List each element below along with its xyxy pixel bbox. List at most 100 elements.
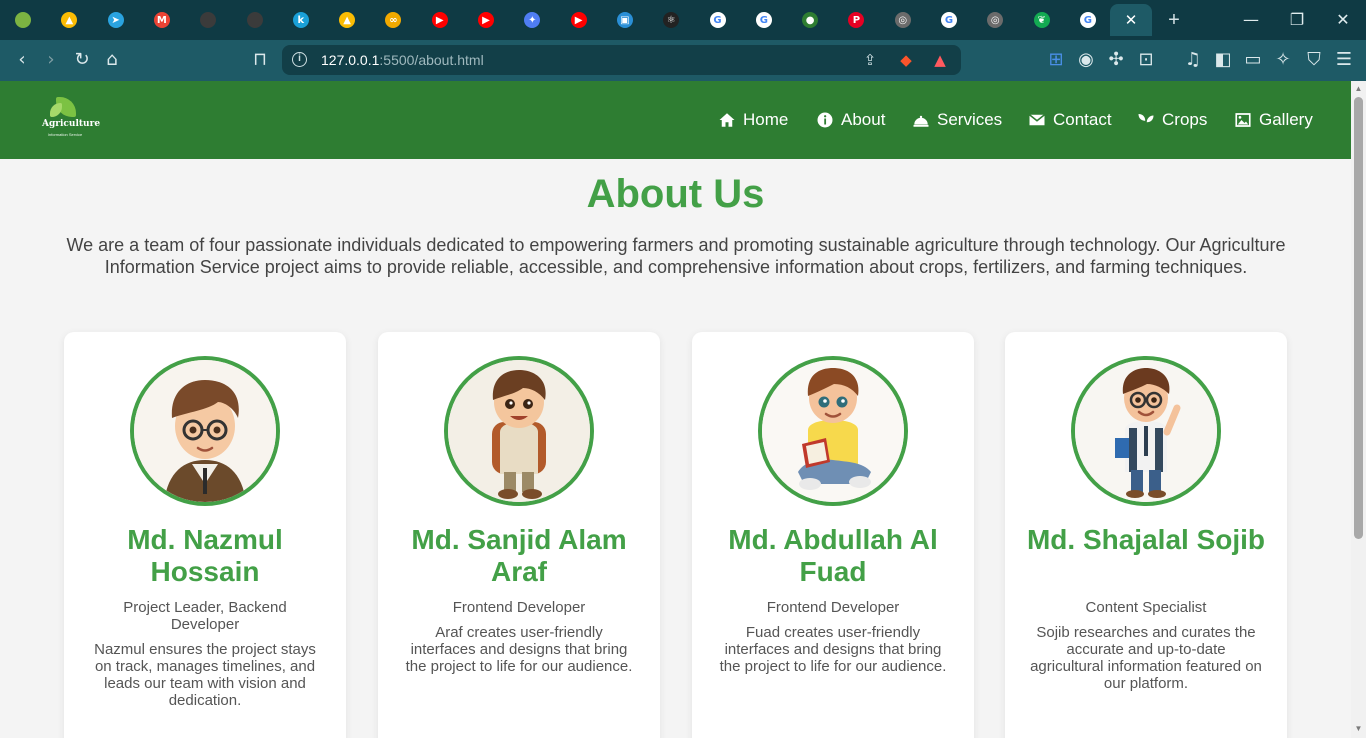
browser-tab[interactable]: G: [704, 6, 732, 34]
cartoon-boy-book-image: [1075, 360, 1217, 502]
browser-tab[interactable]: ➤: [102, 6, 130, 34]
url-text[interactable]: 127.0.0.1:5500/about.html: [321, 52, 484, 68]
browser-tab[interactable]: ◎: [889, 6, 917, 34]
about-intro: We are a team of four passionate individ…: [66, 235, 1286, 277]
cartoon-boy-glasses-image: [134, 360, 276, 502]
browser-toolbar: ‹ › ↻ ⌂ ⊓ i 127.0.0.1:5500/about.html ⇪ …: [0, 40, 1366, 81]
nav-gallery[interactable]: Gallery: [1234, 81, 1313, 159]
close-tab-icon[interactable]: ✕: [1125, 11, 1138, 29]
browser-tab[interactable]: M: [148, 6, 176, 34]
image-icon: [1235, 113, 1251, 127]
team-card: Md. Abdullah Al Fuad Frontend Developer …: [692, 332, 974, 738]
brave-shields-icon[interactable]: ◆: [896, 50, 916, 70]
seedling-icon: [1138, 114, 1154, 128]
forward-icon[interactable]: ›: [39, 48, 63, 72]
member-description: Sojib researches and curates the accurat…: [1030, 624, 1262, 692]
reload-icon[interactable]: ↻: [70, 48, 94, 72]
nav-home[interactable]: Home: [718, 81, 788, 159]
team-card: Md. Sanjid Alam Araf Frontend Developer …: [378, 332, 660, 738]
cartoon-boy-walking-image: [448, 360, 590, 502]
screenshot-icon[interactable]: ⊡: [1134, 48, 1158, 72]
browser-tab[interactable]: ∞: [379, 6, 407, 34]
chatbot-icon: ●: [802, 12, 819, 28]
browser-tab[interactable]: ▶: [565, 6, 593, 34]
site-logo[interactable]: Agriculture Information Service: [42, 95, 100, 141]
browser-tab[interactable]: G: [750, 6, 778, 34]
youtube-icon: ▶: [431, 12, 448, 28]
google-icon: G: [709, 12, 726, 28]
browser-tab[interactable]: ❦: [1028, 6, 1056, 34]
agri-logo-icon: [15, 12, 31, 28]
page-title: About Us: [586, 172, 765, 216]
site-header: Agriculture Information Service Home Abo…: [0, 81, 1351, 159]
browser-tab[interactable]: G: [935, 6, 963, 34]
member-name: Md. Nazmul Hossain: [127, 524, 283, 587]
wallet-icon[interactable]: ▭: [1241, 48, 1265, 72]
browser-tab[interactable]: ⚛: [657, 6, 685, 34]
nav-services[interactable]: Services: [912, 81, 1002, 159]
browser-tab[interactable]: G: [1074, 6, 1102, 34]
browser-tab[interactable]: ▲: [333, 6, 361, 34]
browser-tab[interactable]: [194, 6, 222, 34]
close-window-button[interactable]: ✕: [1331, 8, 1355, 32]
avatar: [130, 356, 280, 506]
minimize-button[interactable]: —: [1239, 8, 1263, 32]
google-drive-icon: ▲: [61, 12, 78, 28]
member-role: Content Specialist: [1085, 599, 1207, 616]
youtube-icon: ▶: [478, 12, 494, 28]
menu-icon[interactable]: ☰: [1332, 48, 1356, 72]
browser-tab[interactable]: ▣: [611, 6, 639, 34]
envelope-icon: [1029, 114, 1045, 126]
address-bar[interactable]: i 127.0.0.1:5500/about.html ⇪ ◆ ▲: [282, 45, 961, 75]
scroll-thumb[interactable]: [1354, 97, 1363, 539]
share-icon[interactable]: ⇪: [860, 50, 880, 70]
page-scrollbar[interactable]: ▲ ▼: [1351, 81, 1366, 738]
member-description: Nazmul ensures the project stays on trac…: [94, 641, 316, 709]
home-icon: [719, 113, 735, 127]
infinity-icon: ∞: [385, 12, 402, 28]
browser-tab[interactable]: ▲: [55, 6, 83, 34]
browser-tab[interactable]: ●: [796, 6, 824, 34]
media-icon[interactable]: ♫: [1181, 48, 1205, 72]
member-description: Fuad creates user-friendly interfaces an…: [719, 624, 947, 675]
browser-tab[interactable]: k: [287, 6, 315, 34]
member-name: Md. Abdullah Al Fuad: [728, 524, 938, 587]
bell-icon: [913, 115, 929, 127]
vpn-icon[interactable]: ⛉: [1302, 48, 1326, 72]
brave-rewards-icon[interactable]: ▲: [930, 50, 950, 70]
gemini-icon: ✦: [524, 12, 541, 28]
active-tab[interactable]: ✕: [1110, 4, 1152, 36]
restore-button[interactable]: ❐: [1285, 8, 1309, 32]
browser-tab[interactable]: [9, 6, 37, 34]
site-info-icon[interactable]: i: [292, 52, 307, 67]
browser-tab-bar: ▲ ➤ Mk ▲ ∞ ▶ ▶ ✦ ▶ ▣ ⚛ G G ● P ◎ G ◎ ❦ G ✕ + — ❐ ✕: [0, 0, 1366, 40]
member-name: Md. Sanjid Alam Araf: [411, 524, 627, 587]
nav-contact[interactable]: Contact: [1028, 81, 1112, 159]
translate-icon[interactable]: ⊞: [1044, 48, 1068, 72]
browser-tab[interactable]: ▶: [426, 6, 454, 34]
new-tab-button[interactable]: +: [1162, 8, 1186, 32]
bookmark-icon[interactable]: ⊓: [248, 48, 272, 72]
nav-about[interactable]: About: [816, 81, 885, 159]
nav-crops[interactable]: Crops: [1137, 81, 1207, 159]
home-icon[interactable]: ⌂: [100, 48, 124, 72]
browser-tab[interactable]: ▶: [472, 6, 500, 34]
scroll-down-icon[interactable]: ▼: [1351, 722, 1366, 736]
github-icon: [200, 12, 217, 28]
pinterest-icon: P: [848, 12, 865, 28]
extensions-puzzle-icon[interactable]: ✣: [1104, 48, 1128, 72]
member-role: Project Leader, Backend Developer: [123, 599, 287, 633]
wallet-icon: ▣: [616, 12, 633, 28]
sidebar-icon[interactable]: ◧: [1211, 48, 1235, 72]
browser-tab[interactable]: ◎: [981, 6, 1009, 34]
scroll-up-icon[interactable]: ▲: [1351, 82, 1366, 96]
browser-tab[interactable]: P: [842, 6, 870, 34]
member-role: Frontend Developer: [766, 599, 900, 616]
github-icon: [246, 12, 263, 28]
browser-tab[interactable]: ✦: [518, 6, 546, 34]
extension-icon[interactable]: ◉: [1074, 48, 1098, 72]
telegram-icon: ➤: [107, 12, 124, 28]
leo-ai-icon[interactable]: ✧: [1271, 48, 1295, 72]
browser-tab[interactable]: [241, 6, 269, 34]
back-icon[interactable]: ‹: [10, 48, 34, 72]
